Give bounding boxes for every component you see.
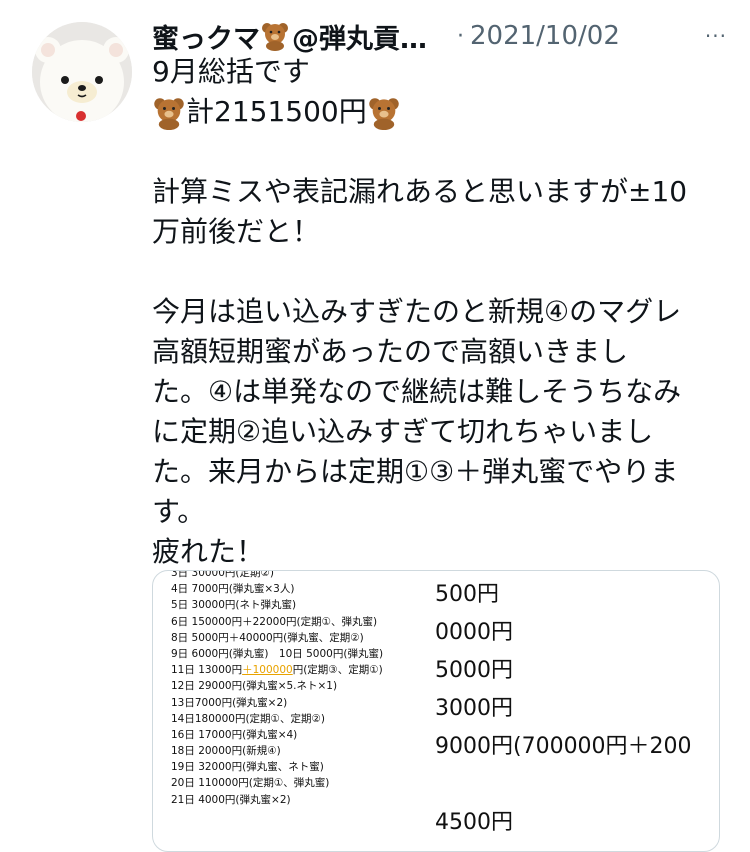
list-item: 21日 4000円(弾丸蜜×2) (171, 793, 291, 806)
total-row: 500円 (435, 582, 499, 607)
list-item: 20日 110000円(定期①、弾丸蜜) (171, 777, 330, 790)
list-item-suffix: 円(定期③、定期①) (292, 664, 383, 677)
list-item-text: 11日 13000円 (171, 664, 243, 677)
list-item: 5日 30000円(ネト弾丸蜜) (171, 599, 297, 612)
tweet-line: 9月総括です (152, 55, 310, 88)
image-content: 3日 30000円(定期②) 4日 7000円(弾丸蜜×3人) 5日 30000… (153, 571, 719, 851)
tweet-line: た。来月からは定期①③＋弾丸蜜でやりま (152, 455, 679, 488)
total-row: 4500円 (435, 810, 513, 835)
bear-emoji-icon (368, 98, 399, 130)
tweet-line: 今月は追い込みすぎたのと新規④のマグレ (152, 295, 682, 328)
list-item: 4日 7000円(弾丸蜜×3人) (171, 583, 295, 596)
list-item: 13日7000円(弾丸蜜×2) (171, 696, 288, 709)
list-item: 8日 5000円＋40000円(弾丸蜜、定期②) (171, 631, 364, 644)
bear-emoji-icon (154, 98, 184, 130)
tweet-image[interactable]: 3日 30000円(定期②) 4日 7000円(弾丸蜜×3人) 5日 30000… (152, 570, 720, 852)
list-item: 16日 17000円(弾丸蜜×4) (171, 728, 298, 741)
bear-emoji-icon (262, 23, 288, 51)
list-item: 12日 29000円(弾丸蜜×5.ネト×1) (171, 680, 338, 693)
highlighted-amount: ＋100000 (242, 664, 293, 677)
tweet-total-line: 計2151500円 (152, 92, 722, 132)
tweet-line: 万前後だと！ (152, 215, 321, 248)
tweet-line: 疲れた！ (152, 535, 265, 568)
list-item: 18日 20000円(新規④) (171, 745, 281, 758)
total-amount: 計2151500円 (186, 95, 367, 128)
earnings-list: 3日 30000円(定期②) 4日 7000円(弾丸蜜×3人) 5日 30000… (171, 570, 451, 808)
user-handle[interactable]: @弾丸貢… (292, 17, 427, 56)
tweet-line: に定期②追い込みすぎて切れちゃいまし (152, 415, 654, 448)
tweet-line: た。④は単発なので継続は難しそうちなみ (152, 375, 682, 408)
list-item: 6日 150000円＋22000円(定期①、弾丸蜜) (171, 615, 378, 628)
list-item: 3日 30000円(定期②) (171, 570, 275, 579)
list-item: 9日 6000円(弾丸蜜) 10日 5000円(弾丸蜜) (171, 647, 384, 660)
rilakkuma-avatar-icon (32, 22, 132, 122)
tweet-line: す。 (152, 495, 206, 528)
tweet-line: 計算ミスや表記漏れあると思いますが±10 (152, 175, 688, 208)
list-item: 11日 13000円＋100000円(定期③、定期①) (171, 662, 451, 678)
total-row: 9000円(700000円＋200 (435, 734, 692, 759)
total-row: 5000円 (435, 658, 513, 683)
tweet-line: 高額短期蜜があったので高額いきまし (152, 335, 629, 368)
tweet-date[interactable]: 2021/10/02 (470, 21, 620, 51)
avatar[interactable] (32, 22, 132, 122)
display-name[interactable]: 蜜っクマ (152, 17, 260, 56)
tweet-header: 蜜っクマ @弾丸貢… · 2021/10/02 ··· (152, 16, 727, 56)
header-separator: · (457, 23, 464, 49)
list-item: 19日 32000円(弾丸蜜、ネト蜜) (171, 761, 324, 774)
list-item: 14日180000円(定期①、定期②) (171, 712, 325, 725)
more-options-icon[interactable]: ··· (705, 24, 727, 48)
total-row: 0000円 (435, 620, 513, 645)
tweet-text: 9月総括です 計2151500円 計算ミスや表記漏れあると思いますが±10 万前… (152, 52, 722, 572)
total-row: 3000円 (435, 696, 513, 721)
